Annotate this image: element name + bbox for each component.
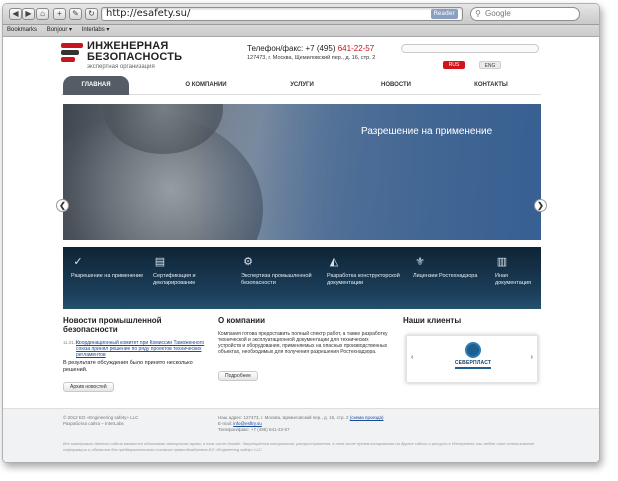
logo-icon[interactable] bbox=[61, 43, 83, 65]
url-input[interactable]: http://esafety.su/ Reader bbox=[101, 7, 463, 21]
clients-next-button[interactable]: › bbox=[531, 354, 533, 361]
service-label: Сертификация и декларирование bbox=[153, 273, 196, 286]
edit-button[interactable]: ✎ bbox=[69, 8, 82, 20]
nav-item-news[interactable]: НОВОСТИ bbox=[351, 76, 441, 95]
service-label: Разработка конструкторской документации bbox=[327, 273, 400, 286]
header-address: 127473, г. Москва, Щемиловский пер., д. … bbox=[247, 55, 376, 61]
site-footer: © 2012 ЕО «Engineering safety» LLC Разра… bbox=[3, 408, 599, 462]
add-bookmark-button[interactable]: + bbox=[53, 8, 66, 20]
site-header: ИНЖЕНЕРНАЯ БЕЗОПАСНОСТЬ экспертная орган… bbox=[61, 40, 541, 70]
drafting-icon: ◭ bbox=[329, 256, 339, 268]
services-panel: ✓ Разрешение на применение ▤ Сертификаци… bbox=[63, 247, 541, 309]
browser-search-input[interactable]: ⚲ Google bbox=[470, 7, 580, 21]
logo-subtitle: экспертная организация bbox=[87, 64, 155, 70]
news-title: Новости промышленной безопасности bbox=[63, 316, 162, 334]
hero-overlay bbox=[193, 104, 541, 240]
service-item[interactable]: ▤ Сертификация и декларирование bbox=[147, 255, 227, 286]
footer-email-link[interactable]: info@esftry.su bbox=[233, 421, 262, 426]
client-logo-icon bbox=[465, 342, 481, 358]
service-item[interactable]: ⚜ Лицензии Ростехнадзора bbox=[407, 255, 487, 280]
docs-icon: ▥ bbox=[496, 256, 508, 268]
hero-next-button[interactable]: ❯ bbox=[534, 199, 547, 212]
browser-toolbar: ◀ ▶ ⌂ + ✎ ↻ http://esafety.su/ Reader ⚲ … bbox=[3, 4, 599, 25]
service-label: Лицензии Ростехнадзора bbox=[413, 273, 478, 279]
home-button[interactable]: ⌂ bbox=[36, 8, 49, 20]
service-item[interactable]: ◭ Разработка конструкторской документаци… bbox=[321, 255, 401, 286]
reader-button[interactable]: Reader bbox=[430, 9, 458, 19]
url-text: http://esafety.su/ bbox=[106, 8, 191, 19]
service-item[interactable]: ✓ Разрешение на применение bbox=[65, 255, 145, 280]
lang-rus-button[interactable]: RUS bbox=[443, 61, 465, 69]
about-more-button[interactable]: Подробнее bbox=[218, 371, 258, 381]
about-text: Компания готова предоставить полный спек… bbox=[218, 331, 388, 355]
logo-title[interactable]: ИНЖЕНЕРНАЯ БЕЗОПАСНОСТЬ bbox=[87, 41, 182, 63]
gear-icon: ⚙ bbox=[243, 256, 253, 268]
bookmark-item[interactable]: Interlabs ▾ bbox=[82, 27, 110, 33]
service-item[interactable]: ▥ Иная документация bbox=[489, 255, 541, 286]
service-label: Экспертиза промышленной безопасности bbox=[241, 273, 312, 286]
nav-item-services[interactable]: УСЛУГИ bbox=[257, 76, 347, 95]
bookmark-item[interactable]: Bonjour ▾ bbox=[47, 27, 72, 33]
hero-slider: Разрешение на применение bbox=[63, 104, 541, 240]
forward-button[interactable]: ▶ bbox=[22, 8, 35, 20]
hero-caption: Разрешение на применение bbox=[361, 126, 493, 137]
site-search-input[interactable] bbox=[401, 44, 539, 53]
check-icon: ✓ bbox=[73, 256, 83, 268]
clients-title: Наши клиенты bbox=[403, 316, 462, 325]
main-nav: ГЛАВНАЯ О КОМПАНИИ УСЛУГИ НОВОСТИ КОНТАК… bbox=[61, 76, 541, 95]
bookmarks-bar: Bookmarks Bonjour ▾ Interlabs ▾ bbox=[3, 25, 599, 37]
about-title: О компании bbox=[218, 316, 265, 325]
lang-eng-button[interactable]: ENG bbox=[479, 61, 501, 69]
logo-line2: БЕЗОПАСНОСТЬ bbox=[87, 51, 183, 63]
search-icon: ⚲ bbox=[475, 9, 481, 18]
footer-contacts: Наш адрес: 127473, г. Москва, Щемиловски… bbox=[218, 415, 383, 433]
phone-number: 641-22-57 bbox=[337, 44, 375, 53]
news-text: В результате обсуждения было принято нес… bbox=[63, 360, 193, 373]
nav-item-home[interactable]: ГЛАВНАЯ bbox=[63, 76, 129, 95]
phone-label: Телефон/факс: +7 (495) bbox=[247, 44, 336, 53]
service-item[interactable]: ⚙ Экспертиза промышленной безопасности bbox=[235, 255, 315, 286]
emblem-icon: ⚜ bbox=[415, 256, 425, 268]
browser-search-placeholder: Google bbox=[485, 9, 511, 18]
back-button[interactable]: ◀ bbox=[9, 8, 22, 20]
footer-phone: Телефон/факс: +7 (495) 641-22-57 bbox=[218, 427, 290, 432]
client-name: СЕВЕРПЛАСТ bbox=[454, 360, 492, 366]
service-label: Иная документация bbox=[495, 273, 532, 286]
news-link[interactable]: Координационный комитет при Комиссии Там… bbox=[76, 340, 206, 358]
service-label: Разрешение на применение bbox=[71, 273, 144, 279]
bookmark-item[interactable]: Bookmarks bbox=[7, 27, 37, 33]
web-page: ИНЖЕНЕРНАЯ БЕЗОПАСНОСТЬ экспертная орган… bbox=[3, 38, 599, 462]
browser-window: ◀ ▶ ⌂ + ✎ ↻ http://esafety.su/ Reader ⚲ … bbox=[2, 3, 600, 463]
footer-email-label: E-mail: bbox=[218, 421, 233, 426]
hero-prev-button[interactable]: ❮ bbox=[56, 199, 69, 212]
header-phone: Телефон/факс: +7 (495) 641-22-57 bbox=[247, 44, 374, 53]
clients-carousel: ‹ СЕВЕРПЛАСТ › bbox=[406, 335, 538, 383]
footer-developer[interactable]: Разработка сайта – InterLabs bbox=[63, 421, 138, 427]
nav-item-contacts[interactable]: КОНТАКТЫ bbox=[446, 76, 536, 95]
reload-button[interactable]: ↻ bbox=[85, 8, 98, 20]
nav-item-about[interactable]: О КОМПАНИИ bbox=[161, 76, 251, 95]
footer-legal: Все материалы данного сайта являются объ… bbox=[63, 441, 535, 452]
footer-left: © 2012 ЕО «Engineering safety» LLC Разра… bbox=[63, 415, 138, 427]
client-logo-bar bbox=[455, 367, 491, 369]
news-archive-button[interactable]: Архив новостей bbox=[63, 382, 114, 392]
footer-address: Наш адрес: 127473, г. Москва, Щемиловски… bbox=[218, 415, 349, 420]
footer-map-link[interactable]: (схема проезда) bbox=[350, 415, 384, 420]
clients-prev-button[interactable]: ‹ bbox=[411, 354, 413, 361]
document-icon: ▤ bbox=[154, 256, 166, 268]
client-logo[interactable]: СЕВЕРПЛАСТ bbox=[453, 342, 493, 378]
